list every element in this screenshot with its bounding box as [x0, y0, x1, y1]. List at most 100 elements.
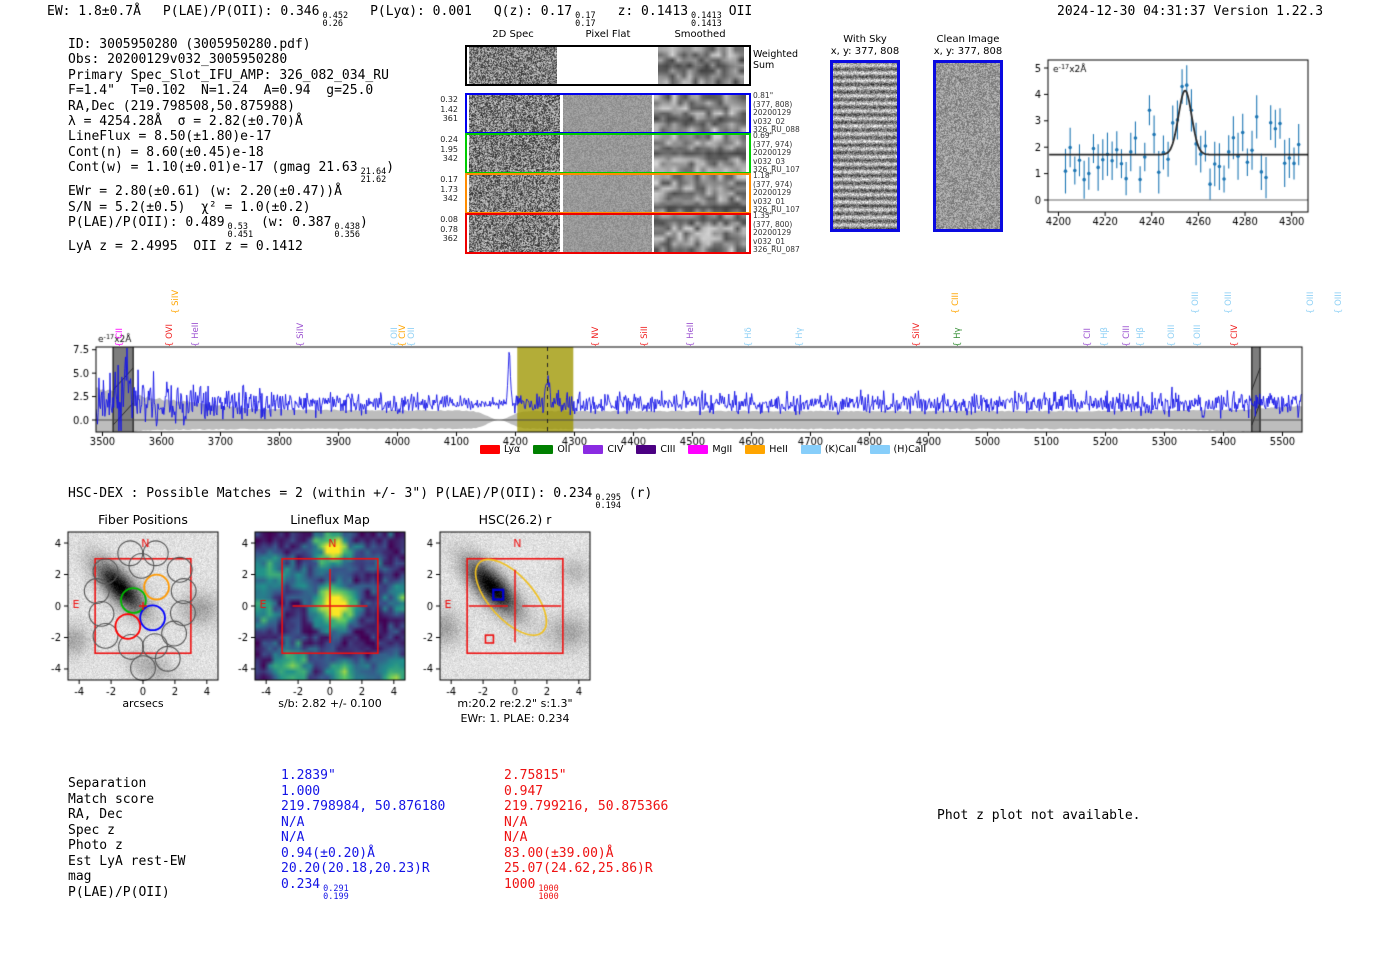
table-row-label: P(LAE)/P(OII)	[68, 885, 185, 901]
timestamp-version: 2024-12-30 04:31:37 Version 1.22.3	[1057, 4, 1323, 19]
weighted-smoothed-image	[658, 47, 744, 84]
line-label-heii: { HeII	[191, 322, 201, 347]
line-label-hβ: { Hβ	[1100, 327, 1110, 347]
z-frac: 0.14130.1413	[691, 12, 722, 28]
info-line-obs: Obs: 20200129v032_3005950280	[68, 52, 394, 67]
line-label-ciii: { CIII	[951, 292, 961, 314]
row-fiber-info: 0.81" (377, 808) 20200129 v032_02 326_RU…	[753, 92, 823, 135]
line-label-oiii: { OIII	[1224, 292, 1234, 314]
weighted-2dspec-image	[469, 47, 557, 84]
clean-image-cutout	[933, 60, 1003, 232]
table-cell: 25.07(24.62,25.86)R	[504, 861, 668, 877]
row-fiber-info: 1.18" (377, 974) 20200129 v032_01 326_RU…	[753, 172, 823, 215]
elixer-report-page: EW: 1.8±0.7Å P(LAE)/P(OII): 0.3460.4520.…	[0, 0, 1400, 953]
row-pixelflat-image	[563, 175, 652, 212]
table-cell: N/A	[281, 815, 445, 831]
row-smoothed-image	[654, 95, 746, 132]
line-label-heii: { HeII	[686, 322, 696, 347]
row-smoothed-image	[654, 135, 746, 172]
table-cell: 0.2340.2910.199	[281, 877, 445, 893]
match-table-labels: Separation Match score RA, Dec Spec z Ph…	[68, 776, 185, 900]
row-left-stats: 0.17 1.73 342	[430, 175, 458, 204]
line-label-oiii: { OIII	[1306, 292, 1316, 314]
line-label-siiv: { SiIV	[296, 323, 306, 347]
table-cell: 83.00(±39.00)Å	[504, 846, 668, 862]
info-line-redshifts: LyA z = 2.4995 OII z = 0.1412	[68, 239, 394, 254]
table-cell: N/A	[504, 815, 668, 831]
table-cell: N/A	[281, 830, 445, 846]
info-line-primary-spec: Primary Spec_Slot_IFU_AMP: 326_082_034_R…	[68, 68, 394, 83]
full-spectrum-plot	[70, 330, 1325, 455]
z-summary: z: 0.14130.14130.1413OII	[618, 4, 753, 28]
line-label-cii: { CII	[1083, 328, 1093, 347]
gmag-frac: 21.6421.62	[361, 168, 387, 184]
legend-swatch-hcaii	[870, 445, 890, 454]
photz-unavailable-note: Phot z plot not available.	[937, 808, 1141, 823]
match-table-col1: 1.2839" 1.000 219.798984, 50.876180 N/A …	[281, 768, 445, 892]
row-2dspec-image	[469, 135, 560, 172]
row-fiber-info: 0.69" (377, 974) 20200129 v032_03 326_RU…	[753, 132, 823, 175]
table-row-label: Photo z	[68, 838, 185, 854]
line-label-siii: { SiII	[640, 326, 650, 347]
line-label-siiv: { SiIV	[912, 323, 922, 347]
hsc-dex-match-line: HSC-DEX : Possible Matches = 2 (within +…	[68, 486, 652, 510]
line-label-oiii: { OIII	[1193, 325, 1203, 347]
row-2dspec-image	[469, 215, 560, 252]
line-label-cii: { CII	[115, 328, 125, 347]
legend-swatch-lya	[480, 445, 500, 454]
col-title-smoothed: Smoothed	[660, 29, 740, 40]
line-label-ovi: { OVI	[165, 324, 175, 347]
info-line-sn-chi2: S/N = 5.2(±0.5) χ² = 1.0(±0.2)	[68, 200, 394, 215]
hsc-cutout-title: HSC(26.2) r	[440, 512, 590, 527]
summary-bar: EW: 1.8±0.7Å P(LAE)/P(OII): 0.3460.4520.…	[47, 4, 752, 28]
line-label-ciii: { CIII	[1122, 325, 1132, 347]
fiber-positions-plot	[28, 526, 232, 708]
info-line-lineflux: LineFlux = 8.50(±1.80)e-17	[68, 129, 394, 144]
plae-poii-summary: P(LAE)/P(OII): 0.3460.4520.26	[163, 4, 348, 28]
spectrum-legend: Lyα OII CIV CIII MgII HeII (K)CaII (H)Ca…	[480, 444, 926, 455]
table-cell: 219.799216, 50.875366	[504, 799, 668, 815]
legend-swatch-civ	[583, 445, 603, 454]
legend-swatch-kcaii	[801, 445, 821, 454]
row-pixelflat-image	[563, 95, 652, 132]
table-cell: 1.000	[281, 784, 445, 800]
with-sky-title: With Skyx, y: 377, 808	[816, 34, 914, 57]
info-line-seeing: F=1.4" T=0.102 N=1.24 A=0.94 g=25.0	[68, 83, 394, 98]
line-label-oiii: { OIII	[1167, 325, 1177, 347]
plya-summary: P(Lyα): 0.001	[370, 4, 472, 28]
table-cell: N/A	[504, 830, 668, 846]
line-label-siiv: { SiIV	[171, 290, 181, 314]
info-line-radec: RA,Dec (219.798508,50.875988)	[68, 99, 394, 114]
col2-plae-frac: 10001000	[538, 885, 558, 901]
legend-item-hcaii: (H)CaII	[870, 444, 927, 455]
table-cell: 0.94(±0.20)Å	[281, 846, 445, 862]
table-row-label: mag	[68, 869, 185, 885]
info-line-cont-w: Cont(w) = 1.10(±0.01)e-17 (gmag 21.6321.…	[68, 160, 394, 184]
table-cell: 1.2839"	[281, 768, 445, 784]
line-label-hβ: { Hβ	[1136, 327, 1146, 347]
fiber-positions-title: Fiber Positions	[68, 512, 218, 527]
table-cell: 100010001000	[504, 877, 668, 893]
table-row-label: Est LyA rest-EW	[68, 854, 185, 870]
lineflux-map-title: Lineflux Map	[255, 512, 405, 527]
col1-plae-frac: 0.2910.199	[323, 885, 349, 901]
table-row-label: Separation	[68, 776, 185, 792]
table-cell: 20.20(20.18,20.23)R	[281, 861, 445, 877]
info-line-cont-n: Cont(n) = 8.60(±0.45)e-18	[68, 145, 394, 160]
legend-swatch-heii	[745, 445, 765, 454]
fiber-xlabel: arcsecs	[68, 697, 218, 710]
line-label-civ: { CIV	[1230, 325, 1240, 347]
col-title-2dspec: 2D Spec	[473, 29, 553, 40]
table-row-label: RA, Dec	[68, 807, 185, 823]
match-table-col2: 2.75815" 0.947 219.799216, 50.875366 N/A…	[504, 768, 668, 892]
row-smoothed-image	[654, 175, 746, 212]
with-sky-cutout	[830, 60, 900, 232]
line-fit-zoom-plot	[1030, 46, 1320, 226]
detection-info-block: ID: 3005950280 (3005950280.pdf) Obs: 202…	[68, 37, 394, 254]
qz-frac: 0.170.17	[575, 12, 595, 28]
hsc-plae-frac: 0.2950.194	[595, 494, 621, 510]
line-label-nv: { NV	[591, 327, 601, 347]
line-label-hδ: { Hδ	[744, 327, 754, 347]
row-smoothed-image	[654, 215, 746, 252]
legend-swatch-mgii	[688, 445, 708, 454]
